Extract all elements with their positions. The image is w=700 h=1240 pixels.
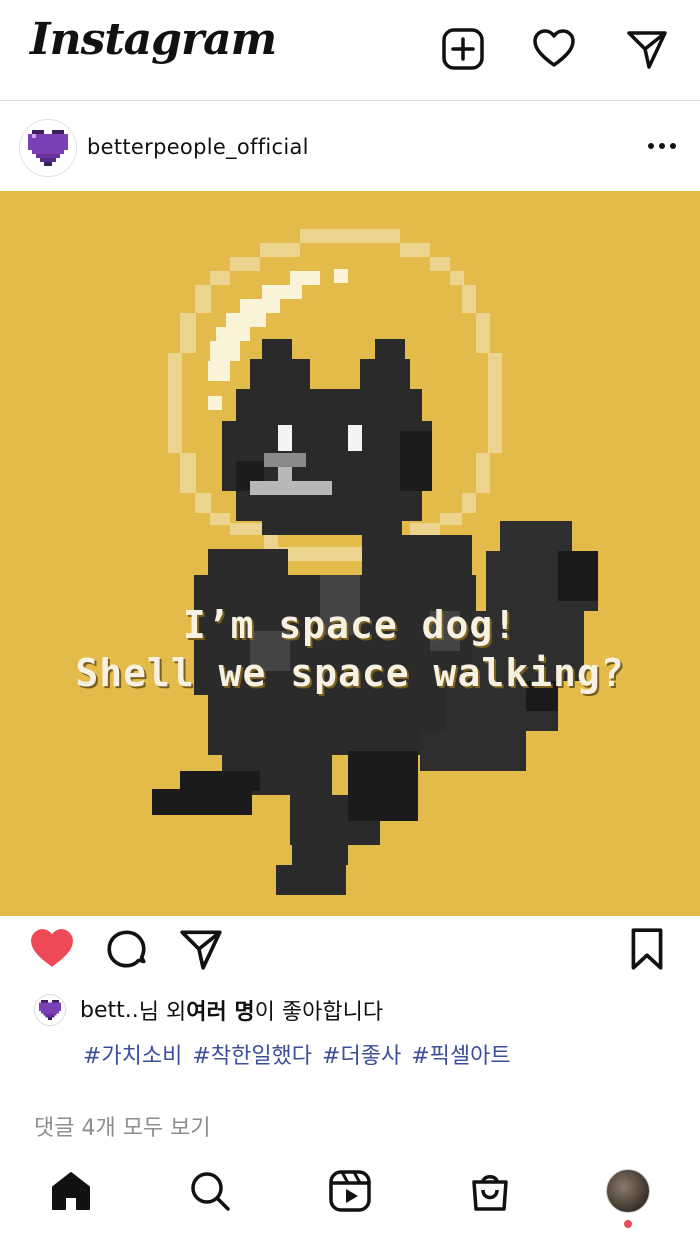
direct-message-icon	[627, 31, 667, 69]
top-header: Instagram	[0, 0, 700, 101]
profile-avatar	[606, 1169, 650, 1213]
search-icon	[191, 1172, 230, 1211]
comment-button[interactable]	[102, 924, 152, 974]
home-icon	[52, 1172, 90, 1210]
pixel-space-dog-illustration	[152, 229, 598, 895]
activity-button[interactable]	[531, 26, 577, 72]
post-header: betterpeople_official	[0, 101, 700, 191]
likes-suffix-text: 이 좋아합니다	[254, 1000, 384, 1025]
bottom-navigation	[0, 1150, 700, 1240]
hashtag-link[interactable]: #더좋사	[322, 1044, 401, 1069]
post-author-avatar[interactable]	[19, 119, 77, 177]
heart-filled-icon	[31, 929, 73, 967]
nav-profile-button[interactable]	[603, 1166, 653, 1216]
image-caption-line-1: I’m space dog!	[182, 603, 518, 647]
bookmark-icon	[631, 928, 663, 970]
nav-home-button[interactable]	[46, 1166, 96, 1216]
purple-heart-icon	[28, 130, 68, 166]
view-all-comments-link[interactable]: 댓글 4개 모두 보기	[34, 1110, 211, 1142]
hashtag-link[interactable]: #착한일했다	[192, 1044, 312, 1069]
post-username[interactable]: betterpeople_official	[87, 135, 309, 159]
new-post-button[interactable]	[440, 26, 486, 72]
save-button[interactable]	[622, 924, 672, 974]
nav-shop-button[interactable]	[465, 1166, 515, 1216]
like-button[interactable]	[27, 924, 77, 974]
likes-summary[interactable]: bett.. 님 외 여러 명 이 좋아합니다	[34, 993, 383, 1027]
hashtag-link[interactable]: #가치소비	[83, 1044, 182, 1069]
post-image[interactable]: I’m space dog! Shell we space walking?	[0, 191, 700, 916]
purple-heart-icon	[39, 1000, 61, 1020]
more-options-button[interactable]	[642, 131, 682, 161]
comment-icon	[107, 930, 146, 968]
direct-message-button[interactable]	[624, 26, 670, 72]
likes-middle-text: 님 외	[138, 1000, 187, 1025]
image-caption-line-2: Shell we space walking?	[75, 651, 625, 695]
instagram-logo[interactable]: Instagram	[30, 14, 277, 65]
liker-name[interactable]: bett..	[80, 998, 139, 1023]
notification-dot	[624, 1220, 632, 1228]
heart-icon	[533, 29, 575, 67]
nav-search-button[interactable]	[185, 1166, 235, 1216]
new-post-icon	[442, 28, 484, 70]
hashtag-link[interactable]: #픽셀아트	[411, 1044, 510, 1069]
post-action-bar	[0, 916, 700, 986]
reels-icon	[329, 1170, 371, 1212]
nav-reels-button[interactable]	[325, 1166, 375, 1216]
share-icon	[180, 930, 222, 970]
more-icon	[648, 143, 676, 149]
likes-others-link[interactable]: 여러 명	[186, 994, 254, 1026]
share-button[interactable]	[176, 924, 226, 974]
shop-icon	[472, 1175, 508, 1211]
liker-avatar	[34, 994, 66, 1026]
hashtag-row: #가치소비 #착한일했다 #더좋사 #픽셀아트	[83, 1038, 521, 1070]
